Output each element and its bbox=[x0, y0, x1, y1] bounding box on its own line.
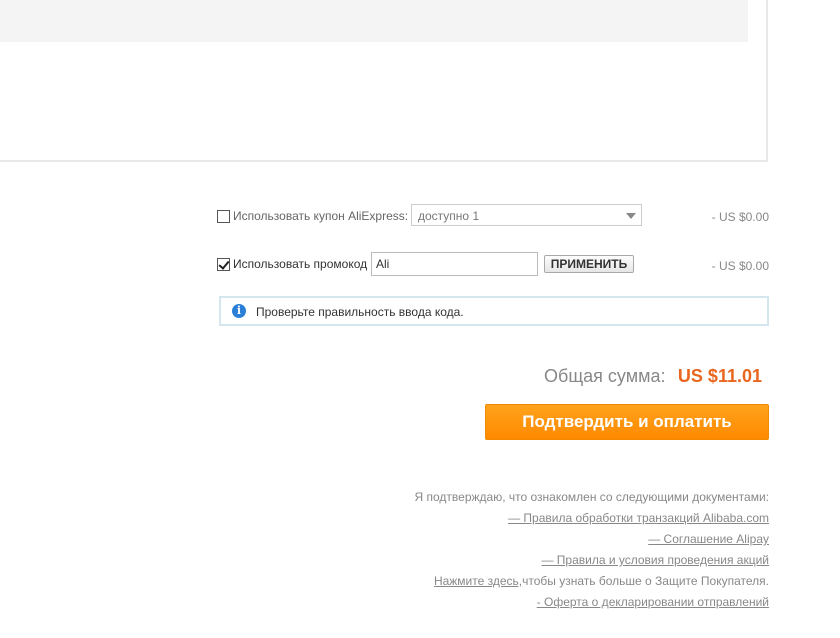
chevron-down-icon bbox=[626, 213, 636, 219]
notice-text: Проверьте правильность ввода кода. bbox=[256, 305, 464, 319]
link-promotion-terms[interactable]: — Правила и условия проведения акций bbox=[541, 553, 769, 567]
total-label: Общая сумма: bbox=[544, 366, 666, 386]
panel-header-area bbox=[0, 0, 748, 42]
order-summary-panel bbox=[0, 0, 768, 162]
order-total: Общая сумма: US $11.01 bbox=[544, 366, 762, 387]
buyer-protection-text: чтобы узнать больше о Защите Покупателя. bbox=[522, 574, 769, 588]
promo-label: Использовать промокод bbox=[233, 257, 368, 271]
total-value: US $11.01 bbox=[677, 366, 762, 386]
buyer-protection-line: Нажмите здесь,чтобы узнать больше о Защи… bbox=[415, 573, 769, 594]
link-alibaba-transaction-rules[interactable]: — Правила обработки транзакций Alibaba.c… bbox=[508, 511, 769, 525]
promo-discount-amount: - US $0.00 bbox=[711, 259, 769, 273]
coupon-label: Использовать купон AliExpress: bbox=[233, 209, 409, 223]
promo-checkbox[interactable] bbox=[217, 258, 230, 271]
documents-intro: Я подтверждаю, что ознакомлен со следующ… bbox=[414, 490, 770, 504]
coupon-select-value: доступно 1 bbox=[418, 209, 480, 223]
confirm-and-pay-button[interactable]: Подтвердить и оплатить bbox=[485, 404, 769, 440]
coupon-checkbox[interactable] bbox=[217, 210, 230, 223]
coupon-discount-amount: - US $0.00 bbox=[711, 210, 769, 224]
info-icon: i bbox=[232, 304, 246, 318]
coupon-select[interactable]: доступно 1 bbox=[411, 204, 642, 226]
promo-code-input[interactable] bbox=[371, 252, 538, 276]
link-declaration-offer[interactable]: - Оферта о декларировании отправлений bbox=[537, 595, 769, 609]
apply-promo-button[interactable]: ПРИМЕНИТЬ bbox=[544, 255, 634, 273]
promo-notice: i Проверьте правильность ввода кода. bbox=[219, 296, 769, 326]
link-alipay-agreement[interactable]: — Соглашение Alipay bbox=[648, 532, 769, 546]
link-buyer-protection[interactable]: Нажмите здесь, bbox=[434, 574, 522, 588]
documents-section: Я подтверждаю, что ознакомлен со следующ… bbox=[415, 489, 770, 615]
